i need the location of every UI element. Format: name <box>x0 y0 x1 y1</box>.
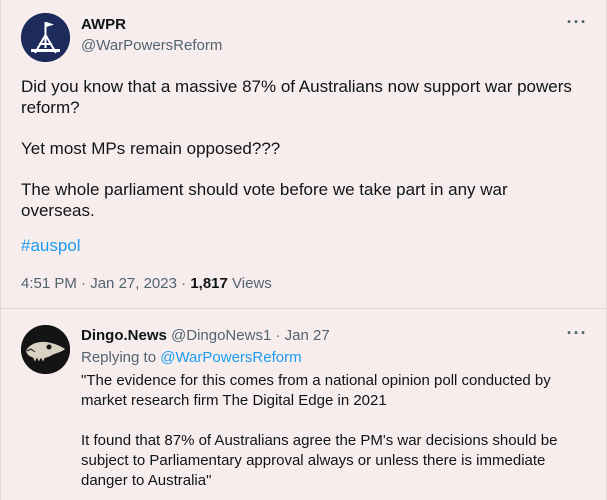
divider <box>0 308 607 309</box>
author-handle[interactable]: @WarPowersReform <box>81 37 222 54</box>
tweet-time[interactable]: 4:51 PM <box>21 275 77 292</box>
author-name[interactable]: Dingo.News <box>81 327 167 344</box>
replying-to: Replying to @WarPowersReform <box>81 349 302 366</box>
reply-paragraph: It found that 87% of Australians agree t… <box>81 432 558 489</box>
more-options-icon[interactable]: ··· <box>564 324 590 344</box>
hashtag-link[interactable]: #auspol <box>21 236 81 256</box>
tweet-meta: 4:51 PM · Jan 27, 2023 · 1,817 Views <box>21 275 272 292</box>
separator: · <box>81 275 87 292</box>
replying-label: Replying to <box>81 349 157 366</box>
author-name[interactable]: AWPR <box>81 16 126 33</box>
tweet-paragraph: The whole parliament should vote before … <box>21 180 508 220</box>
reply-date[interactable]: Jan 27 <box>285 327 330 344</box>
reply-header: Dingo.News @DingoNews1 · Jan 27 <box>81 327 330 344</box>
views-count[interactable]: 1,817 <box>190 275 228 292</box>
reply-paragraph: "The evidence for this comes from a nati… <box>81 372 551 409</box>
replying-to-link[interactable]: @WarPowersReform <box>160 349 301 366</box>
more-options-icon[interactable]: ··· <box>564 13 590 33</box>
author-handle[interactable]: @DingoNews1 <box>171 327 271 344</box>
tweet-paragraph: Yet most MPs remain opposed??? <box>21 139 281 158</box>
tweet-text: Did you know that a massive 87% of Austr… <box>21 76 581 221</box>
separator: · <box>181 275 187 292</box>
avatar[interactable] <box>21 325 70 374</box>
separator: · <box>275 327 281 344</box>
reply-text: "The evidence for this comes from a nati… <box>81 371 586 491</box>
parliament-flag-icon <box>21 13 70 62</box>
main-tweet[interactable]: AWPR @WarPowersReform ··· Did you know t… <box>0 0 607 308</box>
views-label[interactable]: Views <box>232 275 272 292</box>
tweet-date[interactable]: Jan 27, 2023 <box>90 275 177 292</box>
tweet-paragraph: Did you know that a massive 87% of Austr… <box>21 77 572 117</box>
dingo-skull-icon <box>21 325 70 374</box>
avatar[interactable] <box>21 13 70 62</box>
